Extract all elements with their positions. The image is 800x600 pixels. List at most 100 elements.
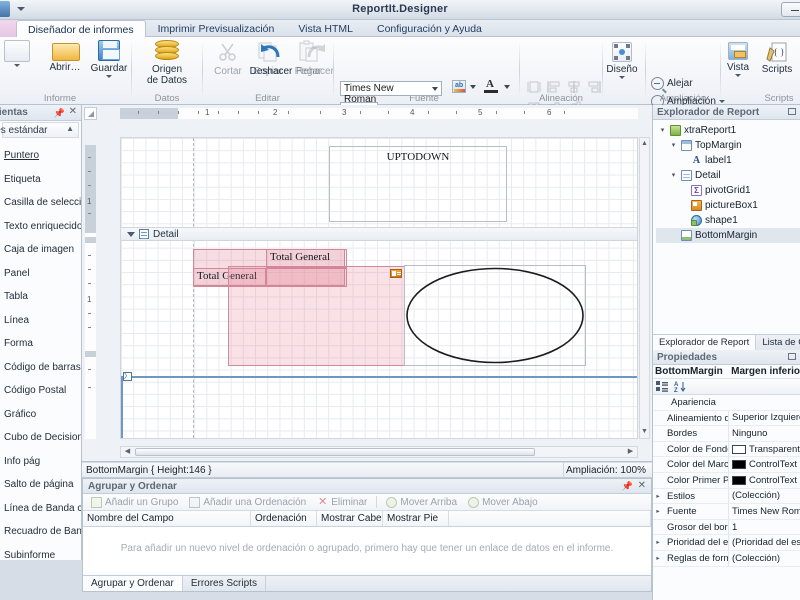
canvas-vertical-scrollbar[interactable]: ▲ ▼ bbox=[639, 137, 650, 439]
property-row-fuente[interactable]: ▸ Fuente Times New Roman bbox=[653, 504, 800, 520]
move-down-button[interactable]: Mover Abajo bbox=[464, 496, 542, 508]
property-value[interactable]: (Prioridad del estil bbox=[729, 535, 800, 550]
delete-button[interactable]: ✕ Eliminar bbox=[313, 496, 371, 508]
chevron-up-icon[interactable]: ▲ bbox=[66, 124, 74, 133]
toolbox-item-tabla[interactable]: Tabla bbox=[0, 285, 81, 309]
toolbox-item-cubo-de-decisiones[interactable]: Cubo de Decisiones bbox=[0, 426, 81, 450]
property-row-color-del-marco[interactable]: Color del Marco ControlText bbox=[653, 457, 800, 473]
properties-object-row[interactable]: BottomMargin Margen inferior bbox=[653, 365, 800, 379]
bottom-margin-region[interactable] bbox=[121, 378, 637, 438]
property-category-apariencia[interactable]: Apariencia bbox=[653, 395, 800, 411]
ruler-corner[interactable] bbox=[84, 107, 97, 120]
design-view-button[interactable]: Diseño bbox=[604, 42, 640, 79]
toolbox-item-subinforme[interactable]: Subinforme bbox=[0, 544, 81, 568]
toolbox-item-forma[interactable]: Forma bbox=[0, 332, 81, 356]
expander-icon[interactable]: ▸ bbox=[653, 489, 663, 504]
toolbox-item-casilla-de-seleccion[interactable]: Casilla de selección bbox=[0, 191, 81, 215]
new-report-button[interactable] bbox=[0, 40, 42, 67]
expander-icon[interactable] bbox=[653, 520, 663, 535]
tab-lista-de-campo[interactable]: Lista de Campo bbox=[756, 335, 800, 350]
close-icon[interactable]: ✕ bbox=[69, 106, 77, 117]
align-right-objects-button[interactable] bbox=[587, 81, 601, 93]
tree-node-shape1[interactable]: shape1 bbox=[656, 213, 800, 228]
property-row-color-de-fondo[interactable]: Color de Fondo Transparent bbox=[653, 441, 800, 458]
scroll-up-icon[interactable]: ▲ bbox=[640, 139, 649, 149]
scroll-thumb[interactable] bbox=[135, 448, 535, 456]
toolbox-item-info-pag[interactable]: Info pág bbox=[0, 450, 81, 474]
expander-icon[interactable] bbox=[653, 457, 663, 472]
shape1-control[interactable] bbox=[404, 265, 586, 366]
toolbox-item-codigo-de-barras[interactable]: Código de barras bbox=[0, 356, 81, 380]
expander-icon[interactable]: ▾ bbox=[669, 138, 678, 153]
tab-configuracion-y-ayuda[interactable]: Configuración y Ayuda bbox=[365, 20, 494, 37]
expander-icon[interactable]: ▾ bbox=[669, 168, 678, 183]
band-header-detail[interactable]: Detail bbox=[121, 227, 637, 241]
expander-icon[interactable] bbox=[653, 426, 663, 441]
property-value[interactable]: (Colección) bbox=[729, 489, 800, 504]
tab-disenador-de-informes[interactable]: Diseñador de informes bbox=[16, 20, 146, 38]
property-value[interactable]: Ninguno bbox=[729, 426, 800, 441]
scroll-left-icon[interactable]: ◀ bbox=[122, 448, 133, 456]
property-row-estilos[interactable]: ▸ Estilos (Colección) bbox=[653, 488, 800, 505]
toolbox-item-salto-de-pagina[interactable]: Salto de página bbox=[0, 473, 81, 497]
pictureBox1-control[interactable] bbox=[228, 266, 405, 366]
tab-errores-scripts[interactable]: Errores Scripts bbox=[183, 576, 266, 591]
tree-node-pivotGrid1[interactable]: Σ pivotGrid1 bbox=[656, 183, 800, 198]
toolbox-item-linea-de-banda[interactable]: Línea de Banda cr… bbox=[0, 497, 81, 521]
property-value[interactable]: 1 bbox=[729, 520, 800, 535]
property-row-alineamiento[interactable]: Alineamiento de Superior Izquierda bbox=[653, 410, 800, 427]
window-controls[interactable] bbox=[781, 2, 800, 17]
tab-agrupar-y-ordenar[interactable]: Agrupar y Ordenar bbox=[83, 576, 183, 591]
chevron-down-icon[interactable] bbox=[504, 85, 510, 89]
column-nombre-del-campo[interactable]: Nombre del Campo bbox=[83, 511, 251, 526]
save-report-button[interactable]: Guardar bbox=[84, 40, 134, 78]
column-mostrar-pie[interactable]: Mostrar Pie bbox=[383, 511, 449, 526]
minimize-button[interactable] bbox=[781, 2, 800, 17]
toolbox-item-linea[interactable]: Línea bbox=[0, 309, 81, 333]
canvas-horizontal-scrollbar[interactable]: ◀ ▶ bbox=[120, 446, 638, 458]
expander-icon[interactable]: ▸ bbox=[653, 535, 663, 550]
chevron-down-icon[interactable] bbox=[432, 87, 438, 91]
toolbox-item-grafico[interactable]: Gráfico bbox=[0, 403, 81, 427]
label1-control[interactable]: UPTODOWN bbox=[329, 146, 507, 222]
toolbox-item-etiqueta[interactable]: Etiqueta bbox=[0, 168, 81, 192]
scroll-down-icon[interactable]: ▼ bbox=[640, 427, 649, 437]
tree-node-xtraReport1[interactable]: ▾ xtraReport1 bbox=[656, 123, 800, 138]
expander-icon[interactable]: ▸ bbox=[653, 504, 663, 519]
undo-button[interactable]: Deshacer bbox=[246, 40, 296, 77]
expander-icon[interactable] bbox=[653, 473, 663, 488]
align-center-objects-button[interactable] bbox=[567, 81, 581, 93]
tree-node-BottomMargin[interactable]: BottomMargin bbox=[656, 228, 800, 243]
categorized-view-button[interactable] bbox=[656, 381, 668, 392]
tree-node-TopMargin[interactable]: ▾ TopMargin bbox=[656, 138, 800, 153]
font-family-combobox[interactable]: Times New Roman bbox=[340, 81, 442, 105]
expander-icon[interactable] bbox=[653, 442, 663, 457]
align-to-grid-button[interactable] bbox=[527, 81, 541, 93]
scroll-right-icon[interactable]: ▶ bbox=[625, 448, 636, 456]
maximize-icon[interactable] bbox=[788, 353, 796, 360]
collapse-triangle-icon[interactable] bbox=[127, 231, 135, 237]
zoom-out-button[interactable]: Alejar bbox=[651, 77, 693, 90]
highlight-color-button[interactable]: ab bbox=[452, 80, 466, 93]
move-up-button[interactable]: Mover Arriba bbox=[382, 496, 461, 508]
property-value[interactable]: Times New Roman bbox=[729, 504, 800, 519]
property-value[interactable]: Superior Izquierda bbox=[729, 411, 800, 426]
expander-icon[interactable]: ▾ bbox=[658, 123, 667, 138]
pin-icon[interactable]: 📌 bbox=[622, 481, 633, 492]
expander-icon[interactable]: ▸ bbox=[653, 551, 663, 566]
report-canvas[interactable]: UPTODOWN Detail Total General Total Gene… bbox=[120, 137, 638, 439]
font-color-button[interactable]: A bbox=[484, 79, 498, 94]
add-group-button[interactable]: Añadir un Grupo bbox=[87, 496, 182, 508]
maximize-icon[interactable] bbox=[788, 108, 796, 115]
tree-node-pictureBox1[interactable]: pictureBox1 bbox=[656, 198, 800, 213]
open-report-button[interactable]: Abrir… bbox=[40, 40, 90, 73]
tab-imprimir-previsualizacion[interactable]: Imprimir Previsualización bbox=[146, 20, 287, 37]
toolbox-item-texto-enriquecido[interactable]: Texto enriquecido bbox=[0, 215, 81, 239]
scripts-button[interactable]: { } Scripts bbox=[757, 42, 797, 75]
tree-node-Detail[interactable]: ▾ Detail bbox=[656, 168, 800, 183]
property-value[interactable]: (Colección) bbox=[729, 551, 800, 566]
data-source-button[interactable]: Origen de Datos bbox=[142, 40, 192, 86]
tab-explorador-de-report[interactable]: Explorador de Report bbox=[653, 335, 757, 350]
toolbox-category-standard[interactable]: les estándar ▲ bbox=[0, 122, 79, 138]
chevron-down-icon[interactable] bbox=[470, 85, 476, 89]
